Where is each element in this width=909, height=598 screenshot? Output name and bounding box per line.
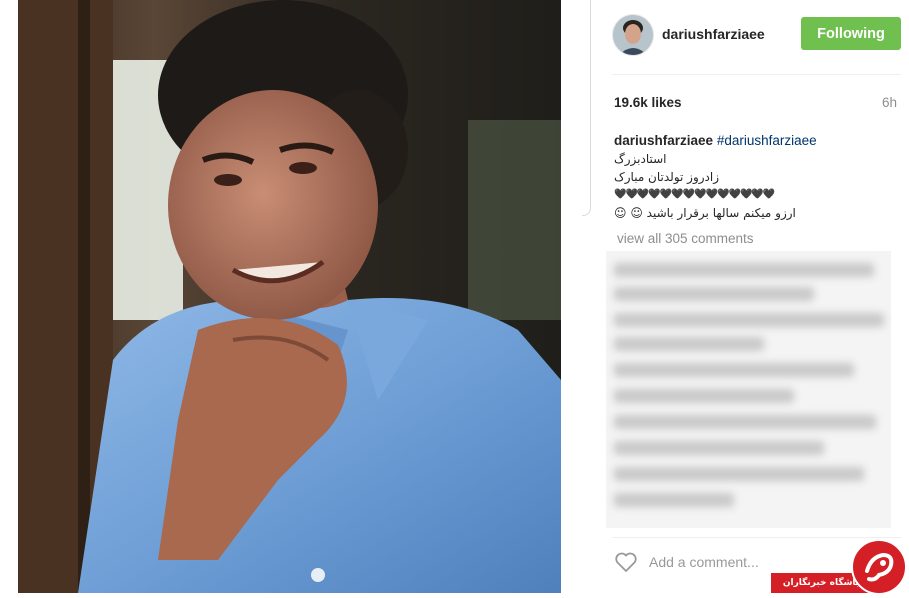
avatar[interactable] <box>612 14 654 56</box>
blurred-comment <box>614 415 876 429</box>
caption-username[interactable]: dariushfarziaee <box>614 133 713 148</box>
news-club-logo-icon <box>851 539 907 595</box>
blurred-comment <box>614 363 854 377</box>
heart-outline-icon[interactable] <box>614 551 638 573</box>
portrait-image <box>18 0 561 593</box>
post-photo[interactable] <box>18 0 561 593</box>
blurred-comment <box>614 313 884 327</box>
avatar-image <box>613 15 653 55</box>
likes-count[interactable]: 19.6k likes <box>614 95 682 110</box>
following-button[interactable]: Following <box>801 17 901 50</box>
post-time[interactable]: 6h <box>882 95 897 110</box>
blurred-comment <box>614 287 814 301</box>
post-header: dariushfarziaee Following <box>612 12 902 56</box>
blurred-comments-list <box>606 251 891 528</box>
footer-divider <box>612 537 901 538</box>
caption-hashtag[interactable]: #dariushfarziaee <box>717 133 817 148</box>
username-link[interactable]: dariushfarziaee <box>662 26 765 42</box>
panel-corner-border <box>582 0 591 216</box>
post-caption: dariushfarziaee #dariushfarziaee استادبز… <box>614 132 899 222</box>
header-divider <box>612 74 901 75</box>
blurred-comment <box>614 389 794 403</box>
blurred-comment <box>614 441 824 455</box>
blurred-comment <box>614 337 764 351</box>
caption-line-4: ارزو میکنم سالها برقرار باشید ☺ ☺ <box>614 206 796 220</box>
caption-line-3: 🖤🖤🖤🖤🖤🖤🖤🖤🖤🖤🖤🖤🖤🖤 <box>614 189 775 200</box>
view-all-comments-link[interactable]: view all 305 comments <box>617 231 754 246</box>
blurred-comment <box>614 493 734 507</box>
blurred-comment <box>614 263 874 277</box>
add-comment-input[interactable] <box>649 552 849 572</box>
blurred-comment <box>614 467 864 481</box>
caption-line-1: استادبزرگ <box>614 152 667 166</box>
caption-line-2: زادروز تولدتان مبارک <box>614 170 720 184</box>
